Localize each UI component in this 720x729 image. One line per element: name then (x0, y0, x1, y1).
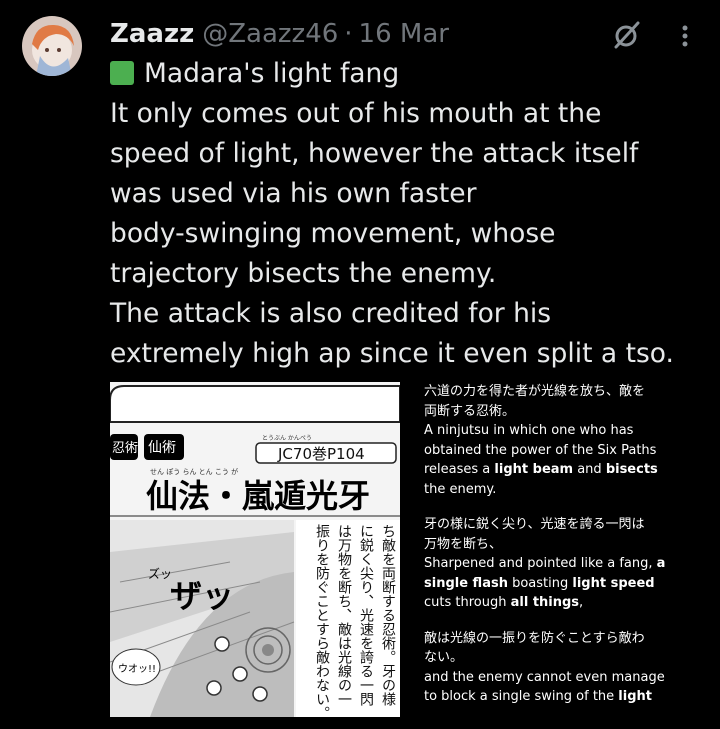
translation-p3-jp-2: ない。 (424, 650, 464, 665)
translation-panel: 六道の力を得た者が光線を放ち、敵を 両断する忍術。 A ninjutsu in … (424, 382, 712, 707)
manga-sfx-small: ズッ (148, 566, 172, 581)
translation-p2-en-1: Sharpened and pointed like a fang, a (424, 556, 666, 571)
tweet-line-5: body-swinging movement, whose (110, 218, 556, 249)
more-options-icon[interactable] (672, 22, 698, 50)
tweet-line-3: speed of light, however the attack itsel… (110, 138, 639, 169)
manga-ref: JC70巻P104 (277, 445, 365, 463)
translation-p1-jp-1: 六道の力を得た者が光線を放ち、敵を (424, 384, 646, 399)
manga-tab-right-text: 仙術 (148, 440, 176, 456)
tweet-line-8: extremely high ap since it even split a … (110, 338, 674, 369)
translation-p3-en-1: and the enemy cannot even manage (424, 669, 665, 685)
translation-p2-jp-1: 牙の様に鋭く尖り、光速を誇る一閃は (424, 517, 645, 532)
translation-p1-jp-2: 両断する忍術。 (424, 403, 516, 419)
manga-vertical-line-4: 振りを防ぐことすら敵わない。 (314, 524, 330, 717)
translation-p3-en-2: to block a single swing of the light (424, 689, 652, 704)
author-handle[interactable]: @Zaazz46 (202, 19, 338, 49)
translation-p2-en-2: single flash boasting light speed (424, 575, 655, 591)
manga-speech-bubble: ウオッ!! (118, 663, 156, 675)
tweet-text: Madara's light fang It only comes out of… (110, 54, 710, 374)
green-square-emoji (110, 61, 134, 85)
translation-p1-en-4: the enemy. (424, 481, 497, 497)
tweet-line-2: It only comes out of his mouth at the (110, 98, 602, 129)
translation-p1-en-2: obtained the power of the Six Paths (424, 442, 657, 458)
translation-p1-en-3: releases a light beam and bisects (424, 462, 658, 477)
manga-title: 仙法・嵐遁光牙 (146, 477, 370, 515)
tweet-header: Zaazz @Zaazz46 · 16 Mar (110, 16, 449, 52)
tweet-line-1: Madara's light fang (144, 58, 400, 89)
manga-vertical-line-1: ち敵を両断する忍術。牙の様 (380, 524, 396, 706)
separator: · (344, 19, 353, 49)
manga-vertical-line-2: に鋭く尖り、光速を誇る一閃 (358, 524, 374, 707)
manga-sfx-main: ザッ (170, 577, 234, 615)
tweet-line-4: was used via his own faster (110, 178, 477, 209)
author-name[interactable]: Zaazz (110, 19, 194, 49)
translation-p3-jp-1: 敵は光線の一振りを防ぐことすら敵わ (424, 630, 645, 646)
tweet-line-6: trajectory bisects the enemy. (110, 258, 497, 289)
translation-p2-jp-2: 万物を断ち、 (424, 536, 503, 552)
tweet-date[interactable]: 16 Mar (359, 19, 449, 49)
tweet-media[interactable]: 忍術 仙術 とうぶん かんぺう JC70巻P104 せん ぽう らん とん こう… (110, 382, 712, 717)
translation-p1-en-1: A ninjutsu in which one who has (424, 423, 634, 438)
grok-icon[interactable] (612, 20, 642, 50)
avatar-image (22, 16, 82, 76)
manga-vertical-line-3: は万物を断ち、敵は光線の一 (336, 524, 352, 706)
tweet-line-7: The attack is also credited for his (110, 298, 552, 329)
translation-p2-en-3: cuts through all things, (424, 595, 584, 610)
manga-title-ruby: せん ぽう らん とん こう が (150, 467, 238, 476)
manga-ref-ruby: とうぶん かんぺう (262, 435, 312, 442)
manga-tab-left-text: 忍術 (112, 441, 138, 456)
manga-panel-image: 忍術 仙術 とうぶん かんぺう JC70巻P104 せん ぽう らん とん こう… (110, 382, 400, 717)
avatar[interactable] (22, 16, 82, 76)
